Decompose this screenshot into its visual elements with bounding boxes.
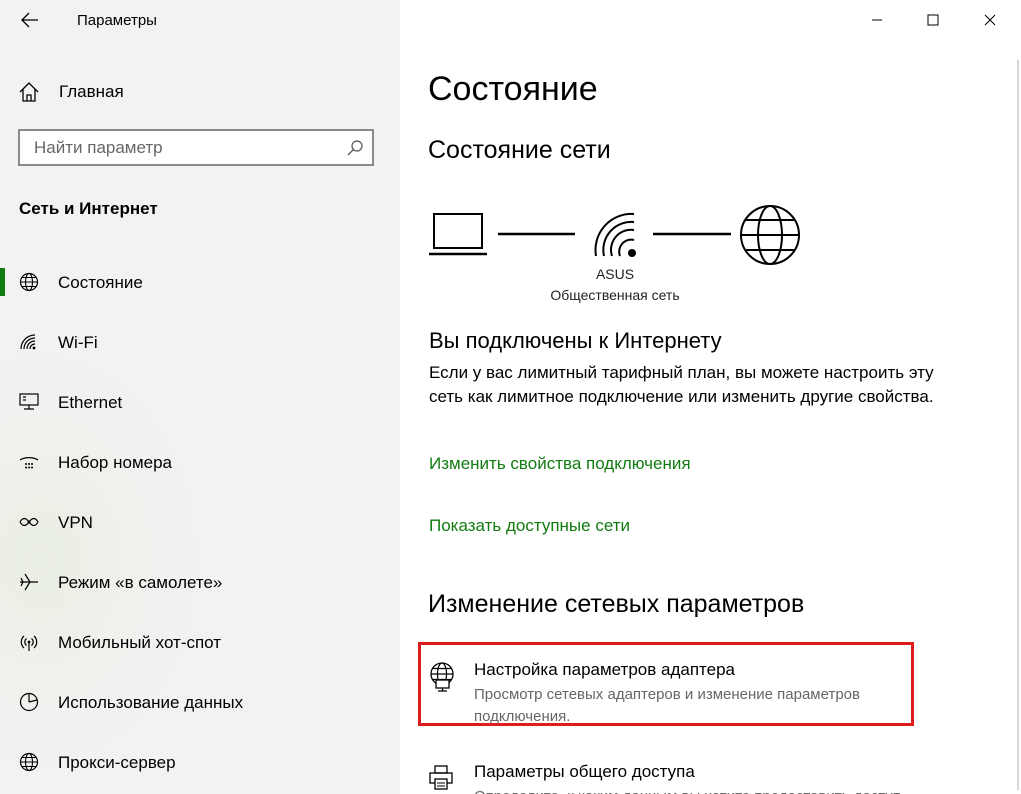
maximize-icon	[927, 14, 939, 26]
home-icon	[19, 82, 39, 102]
change-properties-link[interactable]: Изменить свойства подключения	[429, 454, 691, 474]
sidebar-item-vpn[interactable]: VPN	[0, 502, 400, 542]
search-box[interactable]	[18, 129, 374, 166]
search-input[interactable]	[34, 138, 334, 158]
option-title: Настройка параметров адаптера	[474, 660, 736, 679]
adapter-settings-option[interactable]: Настройка параметров адаптера Просмотр с…	[428, 660, 928, 725]
minimize-icon	[872, 19, 882, 21]
network-name: ASUS	[595, 266, 635, 282]
scrollbar[interactable]	[1017, 60, 1019, 790]
sidebar-item-label: Ethernet	[58, 393, 123, 412]
option-description: Просмотр сетевых адаптеров и изменение п…	[474, 686, 860, 725]
globe-icon	[19, 272, 39, 292]
ethernet-icon	[19, 393, 39, 410]
sharing-options[interactable]: Параметры общего доступа Определите, к к…	[428, 762, 928, 794]
home-label: Главная	[59, 82, 124, 101]
search-icon[interactable]	[346, 139, 364, 157]
show-networks-link[interactable]: Показать доступные сети	[429, 516, 630, 536]
sidebar-item-label: VPN	[58, 513, 93, 532]
sidebar-item-proxy[interactable]: Прокси-сервер	[0, 742, 400, 782]
minimize-button[interactable]	[862, 8, 892, 32]
sidebar-item-label: Режим «в самолете»	[58, 573, 223, 592]
adapter-globe-icon	[430, 662, 454, 692]
sharing-printer-icon	[429, 765, 453, 790]
hotspot-icon	[20, 635, 38, 651]
proxy-globe-icon	[19, 752, 39, 772]
sidebar-item-ethernet[interactable]: Ethernet	[0, 382, 400, 422]
laptop-icon	[429, 213, 487, 256]
section-title: Сеть и Интернет	[19, 199, 158, 218]
sidebar-item-label: Мобильный хот-спот	[58, 633, 222, 652]
sidebar-item-label: Прокси-сервер	[58, 753, 176, 772]
wifi-icon	[20, 334, 36, 350]
internet-globe-icon	[740, 205, 800, 265]
network-type: Общественная сеть	[550, 287, 680, 303]
main-panel: Состояние Состояние сети ASUS Общественн…	[400, 0, 1021, 794]
sidebar-item-label: Состояние	[58, 273, 143, 292]
vpn-icon	[19, 517, 39, 527]
sidebar-item-label: Использование данных	[58, 693, 244, 712]
sidebar-item-label: Набор номера	[58, 453, 172, 472]
active-indicator	[0, 268, 5, 296]
change-settings-heading: Изменение сетевых параметров	[428, 590, 805, 618]
sidebar-item-hotspot[interactable]: Мобильный хот-спот	[0, 622, 400, 662]
sidebar-item-dialup[interactable]: Набор номера	[0, 442, 400, 482]
connected-heading: Вы подключены к Интернету	[429, 328, 722, 353]
wifi-signal-icon	[594, 212, 636, 257]
option-description: Определите, к каким данным вы хотите пре…	[474, 786, 914, 794]
home-link[interactable]: Главная	[18, 80, 124, 104]
close-icon	[984, 14, 996, 26]
sidebar: Параметры Главная Сеть и Интернет Состоя…	[0, 0, 400, 794]
sidebar-item-status[interactable]: Состояние	[0, 262, 400, 302]
airplane-icon	[20, 573, 38, 591]
connected-description: Если у вас лимитный тарифный план, вы мо…	[429, 363, 934, 406]
network-status-heading: Состояние сети	[428, 136, 611, 164]
maximize-button[interactable]	[918, 8, 948, 32]
sidebar-item-airplane[interactable]: Режим «в самолете»	[0, 562, 400, 602]
option-title: Параметры общего доступа	[474, 762, 695, 781]
close-button[interactable]	[975, 8, 1005, 32]
sidebar-item-data-usage[interactable]: Использование данных	[0, 682, 400, 722]
data-usage-icon	[19, 692, 39, 712]
sidebar-item-label: Wi-Fi	[58, 333, 98, 352]
back-arrow-icon	[21, 12, 38, 28]
app-title: Параметры	[77, 12, 157, 29]
dialup-icon	[19, 457, 39, 469]
back-button[interactable]	[14, 6, 46, 34]
sidebar-item-wifi[interactable]: Wi-Fi	[0, 322, 400, 362]
page-title: Состояние	[428, 70, 598, 108]
